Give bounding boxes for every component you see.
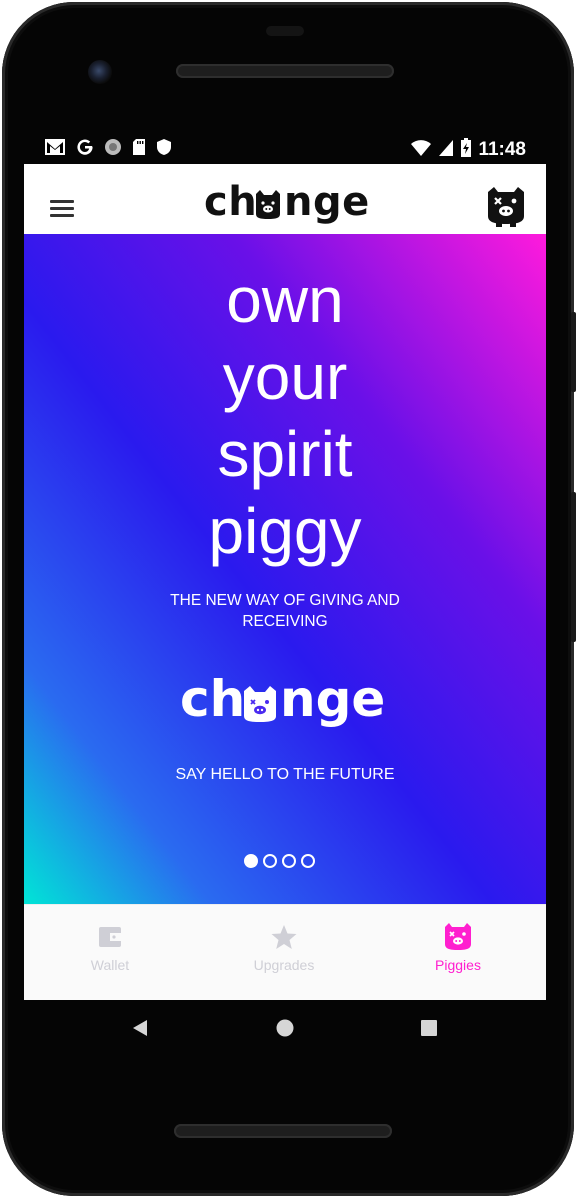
hero-logo-text: change xyxy=(24,666,236,728)
nav-piggies[interactable]: Piggies xyxy=(398,921,518,973)
page-dot-3[interactable] xyxy=(282,854,296,868)
top-speaker xyxy=(176,64,394,78)
page-dot-1[interactable] xyxy=(244,854,258,868)
status-bar: 11:48 xyxy=(24,134,546,164)
back-icon[interactable] xyxy=(131,1018,149,1042)
logo-text: change xyxy=(204,176,370,226)
headline-line-3: spirit xyxy=(217,418,353,490)
bottom-navigation: Wallet Upgrades Piggies xyxy=(24,904,546,1000)
system-navigation-bar xyxy=(24,1000,546,1060)
hero-headline: own your spirit piggy xyxy=(24,262,546,570)
bottom-speaker xyxy=(174,1124,392,1138)
signal-icon xyxy=(438,139,454,161)
hero-subtitle: THE NEW WAY OF GIVING AND RECEIVING xyxy=(170,592,400,630)
hero-tagline: SAY HELLO TO THE FUTURE xyxy=(175,766,395,783)
recents-icon[interactable] xyxy=(420,1018,438,1042)
headline-line-2: your xyxy=(222,341,348,413)
wifi-icon xyxy=(410,139,432,161)
svg-text:nge: nge xyxy=(280,670,385,728)
pig-icon xyxy=(398,921,518,953)
app-screen: change ch nge xyxy=(24,164,546,1000)
nav-upgrades[interactable]: Upgrades xyxy=(224,921,344,973)
page-indicator[interactable] xyxy=(244,854,315,868)
battery-icon xyxy=(460,138,472,162)
page-dot-4[interactable] xyxy=(301,854,315,868)
volume-button xyxy=(571,312,576,392)
home-icon[interactable] xyxy=(275,1018,295,1042)
app-logo: change ch nge xyxy=(204,176,370,238)
power-button xyxy=(571,492,576,642)
nav-wallet[interactable]: Wallet xyxy=(50,921,170,973)
app-bar: change ch nge xyxy=(24,164,546,234)
nav-piggies-label: Piggies xyxy=(435,957,481,973)
front-camera xyxy=(88,60,112,84)
menu-icon[interactable] xyxy=(50,200,74,218)
hero-logo: change ch nge xyxy=(24,666,546,742)
star-icon xyxy=(224,921,344,953)
headline-line-1: own xyxy=(226,264,344,336)
nav-wallet-label: Wallet xyxy=(90,957,130,973)
status-time: 11:48 xyxy=(478,139,526,160)
earpiece xyxy=(266,26,304,36)
google-icon xyxy=(76,138,94,159)
pig-avatar-icon[interactable] xyxy=(484,184,528,228)
nav-upgrades-label: Upgrades xyxy=(253,957,315,973)
hero-banner[interactable]: own your spirit piggy THE NEW WAY OF GIV… xyxy=(24,234,546,904)
page-dot-2[interactable] xyxy=(263,854,277,868)
gmail-icon xyxy=(44,138,66,159)
circle-icon xyxy=(104,138,122,159)
wallet-icon xyxy=(50,921,170,953)
sd-card-icon xyxy=(132,138,146,159)
shield-icon xyxy=(156,138,172,159)
headline-line-4: piggy xyxy=(208,495,362,567)
